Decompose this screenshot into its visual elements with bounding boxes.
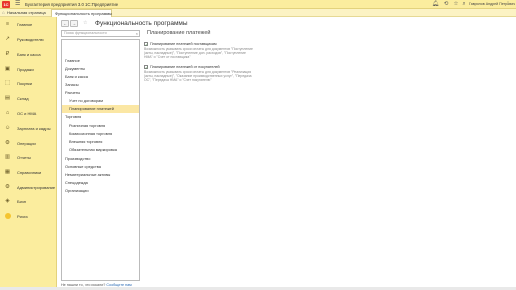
payments-suppliers-desc: Возможность указывать сроки оплаты для д… <box>144 47 253 60</box>
close-tab-icon[interactable]: × <box>107 10 109 17</box>
tree-item[interactable]: Нематериальные активы <box>62 171 139 179</box>
tree-item[interactable]: Внешняя торговля <box>62 138 139 146</box>
gear-icon: ⚙ <box>5 184 10 190</box>
sidebar-item-directories[interactable]: ▦ Справочники <box>0 167 57 179</box>
sidebar-item-label: Склад <box>17 96 29 101</box>
settings-icon[interactable]: ⋮ <box>505 1 511 7</box>
sidebar: ≡ Главное ↗ Руководителю ₽ Банк и касса ▣ Пр… <box>0 17 57 290</box>
tree-item[interactable]: Спецодежда <box>62 179 139 187</box>
tab-bar: ⌂ Начальная страница Функциональность про… <box>0 9 516 17</box>
sidebar-item-label: Справочники <box>17 170 42 175</box>
sidebar-item-extra[interactable]: Ризхз <box>0 211 57 223</box>
sidebar-item-admin[interactable]: ⚙ Администрирование <box>0 182 57 194</box>
sidebar-item-label: ОС и НМА <box>17 111 37 116</box>
coin-icon <box>5 213 11 219</box>
payments-suppliers-label[interactable]: Планирование платежей поставщикам <box>150 42 217 46</box>
sidebar-item-biz[interactable]: ◈ Бизн <box>0 196 57 208</box>
search-clear-icon[interactable]: × <box>136 31 138 36</box>
sidebar-item-label: Продажи <box>17 67 34 72</box>
logo-text: 1С <box>3 2 9 7</box>
sidebar-item-sales[interactable]: ▣ Продажи <box>0 64 57 76</box>
tree-item[interactable]: Торговля <box>62 113 139 121</box>
sidebar-item-manager[interactable]: ↗ Руководителю <box>0 34 57 46</box>
sidebar-item-label: Главное <box>17 22 33 27</box>
search-input[interactable]: Поиск функциональности × <box>61 30 140 37</box>
tree-item[interactable]: Расчеты <box>62 89 139 97</box>
tree-item[interactable]: Документы <box>62 65 139 73</box>
tree-item[interactable]: Комиссионная торговля <box>62 130 139 138</box>
reports-icon: ▥ <box>4 154 11 160</box>
tab-functionality[interactable]: Функциональность программы × <box>51 9 112 17</box>
tab-home-label: Начальная страница <box>7 10 46 15</box>
sidebar-item-label: Зарплата и кадры <box>17 126 51 131</box>
tree-item[interactable]: Обязательная маркировка <box>62 146 139 154</box>
sidebar-item-assets[interactable]: ⌂ ОС и НМА <box>0 108 57 120</box>
people-icon: ☺ <box>4 125 11 131</box>
sales-icon: ▣ <box>4 66 11 72</box>
payments-customers-desc: Возможность указывать сроки оплаты для д… <box>144 70 252 83</box>
main-menu-icon[interactable]: ☰ <box>15 1 21 7</box>
notifications-icon[interactable]: 🔔︎ <box>432 1 439 7</box>
tree-item[interactable]: Запасы <box>62 81 139 89</box>
sidebar-item-main[interactable]: ≡ Главное <box>0 19 57 31</box>
sidebar-item-warehouse[interactable]: ▤ Склад <box>0 93 57 105</box>
payments-customers-label[interactable]: Планирование платежей от покупателей <box>150 65 220 69</box>
sidebar-item-label: Банк и касса <box>17 52 41 57</box>
sidebar-item-purchases[interactable]: ⬚ Покупки <box>0 78 57 90</box>
tree-item[interactable]: Основные средства <box>62 163 139 171</box>
sidebar-item-reports[interactable]: ▥ Отчеты <box>0 152 57 164</box>
building-icon: ⌂ <box>5 110 10 116</box>
book-icon: ▦ <box>4 169 11 175</box>
sidebar-item-salary[interactable]: ☺ Зарплата и кадры <box>0 123 57 135</box>
sidebar-item-label: Операции <box>17 141 36 146</box>
title-bar: 1С ☰ Бухгалтерия предприятия 3.0 1С:Пред… <box>0 0 516 9</box>
payments-suppliers-checkbox[interactable]: ✓ <box>144 42 148 47</box>
sidebar-item-operations[interactable]: ⚙ Операции <box>0 138 57 150</box>
sidebar-item-label: Ризхз <box>17 214 28 219</box>
payments-customers-checkbox[interactable]: ✓ <box>144 65 148 70</box>
biz-icon: ◈ <box>5 198 10 204</box>
forward-button[interactable]: → <box>70 20 78 27</box>
tree-item[interactable]: Банк и касса <box>62 73 139 81</box>
page-title: Функциональность программы <box>95 20 188 27</box>
app-logo: 1С <box>2 1 10 8</box>
functionality-tree: Главное Документы Банк и касса Запасы Ра… <box>61 39 140 281</box>
menu-lines-icon: ≡ <box>5 21 10 27</box>
sidebar-item-label: Администрирование <box>17 185 56 190</box>
ruble-icon: ₽ <box>5 51 10 57</box>
tree-item[interactable]: Организации <box>62 187 139 195</box>
search-icon[interactable]: ⌕ <box>461 1 467 7</box>
sidebar-item-label: Руководителю <box>17 37 44 42</box>
operations-icon: ⚙ <box>5 140 10 146</box>
tab-home[interactable]: ⌂ Начальная страница <box>2 10 46 16</box>
main-content: ← → ☆ Функциональность программы Поиск ф… <box>57 17 516 290</box>
sidebar-item-bank[interactable]: ₽ Банк и касса <box>0 49 57 61</box>
favorites-icon[interactable]: ☆ <box>453 1 459 7</box>
history-icon[interactable]: ⟲ <box>443 1 449 7</box>
warehouse-icon: ▤ <box>4 95 11 101</box>
tree-item[interactable]: Розничная торговля <box>62 122 139 130</box>
sidebar-item-label: Бизн <box>17 199 26 204</box>
app-title: Бухгалтерия предприятия 3.0 1С:Предприят… <box>25 2 119 7</box>
sidebar-item-label: Покупки <box>17 81 33 86</box>
sidebar-item-label: Отчеты <box>17 155 31 160</box>
chart-up-icon: ↗ <box>5 36 10 42</box>
search-placeholder: Поиск функциональности <box>64 31 107 35</box>
tree-item-selected[interactable]: Планирование платежей <box>62 105 139 113</box>
tree-item[interactable]: Производство <box>62 155 139 163</box>
tree-item[interactable]: Главное <box>62 57 139 65</box>
tab-functionality-label: Функциональность программы <box>55 11 112 16</box>
back-button[interactable]: ← <box>61 20 69 27</box>
section-title: Планирование платежей <box>147 30 211 36</box>
tree-item[interactable]: Учет по договорам <box>62 97 139 105</box>
cart-icon: ⬚ <box>4 80 11 86</box>
favorite-star-icon[interactable]: ☆ <box>83 20 87 27</box>
